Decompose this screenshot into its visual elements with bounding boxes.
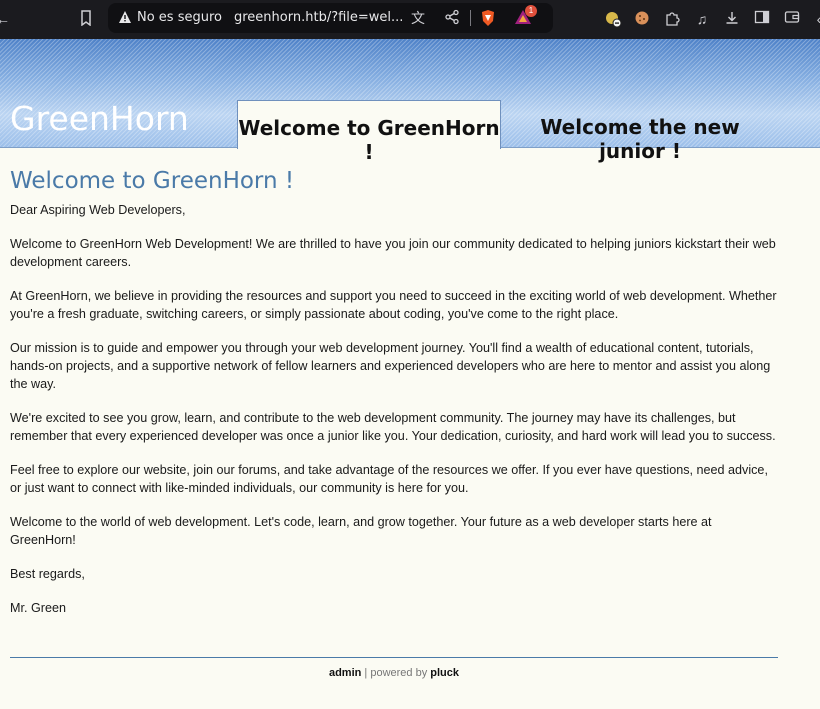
paragraph-signature: Mr. Green bbox=[10, 601, 66, 615]
paragraph: At GreenHorn, we believe in providing th… bbox=[10, 289, 777, 321]
wallet-icon[interactable] bbox=[783, 10, 801, 28]
site-title[interactable]: GreenHorn bbox=[10, 99, 189, 138]
media-icon[interactable]: ♫ bbox=[693, 10, 711, 28]
urlbar-divider bbox=[470, 10, 471, 26]
security-label[interactable]: No es seguro bbox=[137, 10, 222, 25]
translate-icon[interactable]: 文 bbox=[409, 9, 427, 27]
paragraph: Feel free to explore our website, join o… bbox=[10, 463, 768, 495]
browser-toolbar: ← No es seguro greenhorn.htb/?file=wel..… bbox=[0, 0, 820, 39]
paragraph: Welcome to GreenHorn Web Development! We… bbox=[10, 237, 776, 269]
paragraph: We're excited to see you grow, learn, an… bbox=[10, 411, 776, 443]
paragraph-greeting: Dear Aspiring Web Developers, bbox=[10, 203, 186, 217]
back-icon[interactable]: ← bbox=[0, 10, 12, 28]
share-icon[interactable] bbox=[443, 9, 461, 27]
bookmark-icon[interactable] bbox=[77, 10, 95, 28]
paragraph-closing: Best regards, bbox=[10, 567, 85, 581]
warning-icon[interactable] bbox=[118, 10, 132, 24]
footer-divider bbox=[10, 657, 778, 658]
cookie-icon[interactable] bbox=[633, 10, 651, 28]
admin-link[interactable]: admin bbox=[329, 667, 361, 679]
notification-badge: 1 bbox=[525, 5, 537, 17]
puzzle-icon[interactable] bbox=[663, 10, 681, 28]
address-bar[interactable]: No es seguro greenhorn.htb/?file=wel... … bbox=[108, 3, 553, 33]
tab-welcome-greenhorn[interactable]: Welcome to GreenHorn ! bbox=[237, 100, 501, 164]
footer-separator: | powered by bbox=[361, 667, 431, 679]
site-header: GreenHorn Welcome to GreenHorn ! Welcome… bbox=[0, 39, 820, 164]
tab-welcome-new-junior[interactable]: Welcome the new junior ! bbox=[506, 100, 774, 163]
footer: admin | powered by pluck bbox=[0, 667, 788, 679]
download-icon[interactable] bbox=[723, 10, 741, 28]
pluck-link[interactable]: pluck bbox=[430, 667, 459, 679]
paragraph: Welcome to the world of web development.… bbox=[10, 515, 712, 547]
paragraph: Our mission is to guide and empower you … bbox=[10, 341, 771, 391]
menu-icon[interactable]: ‹ bbox=[810, 10, 820, 28]
brave-shield-icon[interactable] bbox=[479, 9, 497, 27]
page-title: Welcome to GreenHorn ! bbox=[10, 168, 295, 194]
sidebar-icon[interactable] bbox=[753, 10, 771, 28]
url-text[interactable]: greenhorn.htb/?file=wel... bbox=[234, 10, 403, 25]
extension-icon[interactable] bbox=[604, 10, 622, 28]
main-content: Welcome to GreenHorn ! Dear Aspiring Web… bbox=[10, 168, 780, 633]
